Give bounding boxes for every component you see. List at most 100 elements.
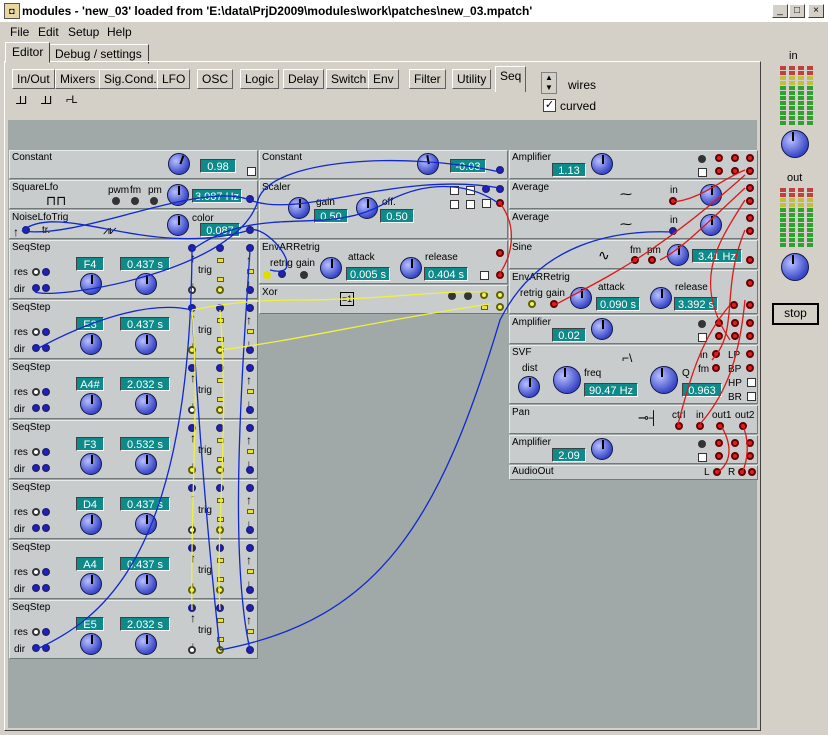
trig-input[interactable] — [188, 544, 196, 552]
output-port[interactable] — [746, 184, 754, 192]
input-port[interactable] — [450, 186, 459, 195]
output-port[interactable] — [746, 452, 754, 460]
audioout-module[interactable]: AudioOut L R — [509, 465, 758, 480]
output-port[interactable] — [496, 271, 504, 279]
cv-input[interactable] — [246, 406, 254, 414]
step-output[interactable] — [216, 466, 224, 474]
step-output[interactable] — [216, 646, 224, 654]
retrig-input[interactable] — [528, 300, 536, 308]
seqstep-module[interactable]: SeqStep res dir A4# 2.032 s trig ↓ ↑ ↑ ↓ — [9, 360, 258, 419]
output-port[interactable] — [496, 249, 504, 257]
output-port[interactable] — [746, 154, 754, 162]
note-knob[interactable] — [80, 513, 102, 535]
input-port[interactable] — [482, 199, 491, 208]
input-port[interactable] — [669, 197, 677, 205]
dir-input[interactable] — [32, 524, 40, 532]
trig-input[interactable] — [188, 304, 196, 312]
time-knob[interactable] — [135, 513, 157, 535]
tab-filter[interactable]: Filter — [409, 69, 446, 89]
menu-help[interactable]: Help — [107, 25, 132, 39]
dir-input[interactable] — [32, 284, 40, 292]
scaler-module[interactable]: Scaler gain off. 0.50 0.50 — [259, 180, 508, 239]
tab-lfo[interactable]: LFO — [157, 69, 191, 89]
output-port[interactable] — [746, 439, 754, 447]
step-input[interactable] — [216, 544, 224, 552]
seqstep-module[interactable]: SeqStep res dir F4 0.437 s trig ↓ ↑ ↑ ↓ — [9, 240, 258, 299]
note-knob[interactable] — [80, 393, 102, 415]
cv-input[interactable] — [246, 466, 254, 474]
in-input[interactable] — [696, 422, 704, 430]
output-port[interactable] — [746, 197, 754, 205]
cv-input[interactable] — [246, 286, 254, 294]
input-port[interactable] — [731, 452, 739, 460]
color-knob[interactable] — [167, 214, 189, 236]
tab-switch[interactable]: Switch — [326, 69, 372, 89]
gain-knob[interactable] — [591, 438, 613, 460]
input-port[interactable] — [482, 185, 490, 193]
q-knob[interactable] — [650, 366, 678, 394]
input-port[interactable] — [715, 452, 723, 460]
res-input[interactable] — [32, 388, 40, 396]
tab-editor[interactable]: Editor — [5, 42, 51, 63]
menu-setup[interactable]: Setup — [68, 25, 99, 39]
input-port[interactable] — [480, 291, 488, 299]
dir-input[interactable] — [32, 644, 40, 652]
amplifier-module[interactable]: Amplifier 2.09 — [509, 435, 758, 464]
input-port[interactable] — [715, 332, 723, 340]
out2-output[interactable] — [739, 422, 747, 430]
freq-knob[interactable] — [553, 366, 581, 394]
fm-input[interactable] — [131, 197, 139, 205]
output-port[interactable] — [746, 256, 754, 264]
output-volume-knob[interactable] — [781, 253, 809, 281]
trig-output[interactable] — [188, 466, 196, 474]
seqstep-module[interactable]: SeqStep res dir E5 2.032 s trig ↓ ↑ ↑ ↓ — [9, 600, 258, 659]
res-input[interactable] — [32, 268, 40, 276]
res-input[interactable] — [32, 328, 40, 336]
svf-module[interactable]: SVF dist freq ⌐\ 90.47 Hz Q 0.963 in fm … — [509, 345, 758, 404]
input-port[interactable] — [748, 468, 756, 476]
dir-input[interactable] — [32, 404, 40, 412]
output-port[interactable] — [246, 226, 254, 234]
trig-output[interactable] — [188, 646, 196, 654]
wires-spinner[interactable]: ▲ ▼ — [541, 72, 557, 94]
pwm-input[interactable] — [112, 197, 120, 205]
left-input[interactable] — [713, 468, 721, 476]
step-output[interactable] — [216, 526, 224, 534]
time-knob[interactable] — [135, 633, 157, 655]
step-input[interactable] — [216, 604, 224, 612]
tab-env[interactable]: Env — [368, 69, 399, 89]
output-port[interactable] — [496, 199, 504, 207]
attack-knob[interactable] — [570, 287, 592, 309]
dir-input[interactable] — [32, 344, 40, 352]
input-port[interactable] — [730, 301, 738, 309]
step-output[interactable] — [216, 286, 224, 294]
value-knob[interactable] — [168, 153, 190, 175]
input-port[interactable] — [731, 319, 739, 327]
input-port[interactable] — [731, 154, 739, 162]
trig-output[interactable] — [188, 526, 196, 534]
attack-knob[interactable] — [320, 257, 342, 279]
tab-sig-cond[interactable]: Sig.Cond. — [99, 69, 162, 89]
step-input[interactable] — [216, 424, 224, 432]
note-knob[interactable] — [80, 573, 102, 595]
envarretrig-module[interactable]: EnvARRetrig retrig gain attack release 0… — [509, 270, 758, 314]
input-port[interactable] — [669, 227, 677, 235]
seqstep-module-icon[interactable]: ⅃⅃ — [41, 94, 52, 107]
trig-input[interactable] — [188, 484, 196, 492]
cv-input[interactable] — [246, 586, 254, 594]
close-button[interactable]: × — [808, 4, 824, 18]
output-port[interactable] — [746, 332, 754, 340]
res-output[interactable] — [42, 388, 50, 396]
res-output[interactable] — [42, 508, 50, 516]
step-input[interactable] — [216, 244, 224, 252]
cv-output[interactable] — [246, 604, 254, 612]
release-knob[interactable] — [400, 257, 422, 279]
input-port[interactable] — [731, 332, 739, 340]
trig-output[interactable] — [188, 346, 196, 354]
pm-input[interactable] — [150, 197, 158, 205]
input-port[interactable] — [698, 333, 707, 342]
lp-output[interactable] — [746, 350, 754, 358]
dir-output[interactable] — [42, 524, 50, 532]
trig-input[interactable] — [188, 364, 196, 372]
squarelfo-module[interactable]: SquareLfo ⊓⊓ pwm fm pm 3.087 Hz — [9, 180, 258, 209]
